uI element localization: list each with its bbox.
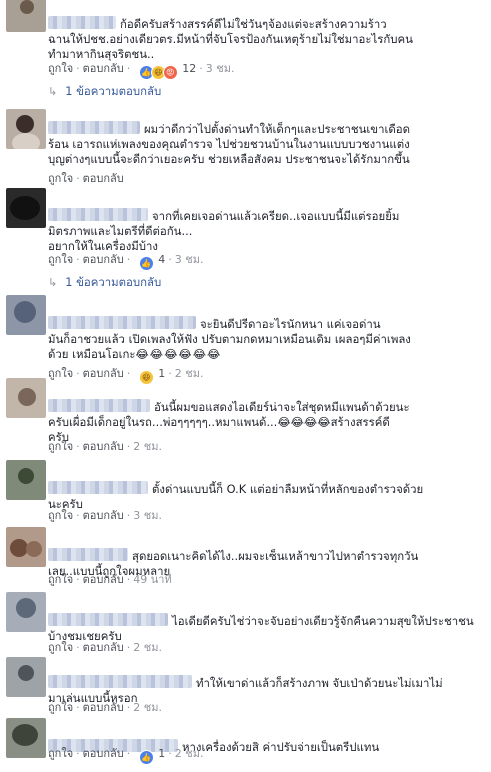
like-link[interactable]: ถูกใจ <box>48 641 73 654</box>
reply-link[interactable]: ตอบกลับ <box>83 701 124 714</box>
comment-actions: ถูกใจ · ตอบกลับ · 3 ชม. <box>48 509 162 522</box>
laugh-emoji-row: 😂😂😂😂😂😂 <box>135 347 222 361</box>
like-link[interactable]: ถูกใจ <box>48 62 73 75</box>
timestamp[interactable]: 2 ชม. <box>175 367 204 380</box>
avatar[interactable] <box>6 378 46 418</box>
reply-link[interactable]: ตอบกลับ <box>83 253 124 266</box>
avatar[interactable] <box>6 592 46 632</box>
like-link[interactable]: ถูกใจ <box>48 747 73 760</box>
avatar[interactable] <box>6 0 46 32</box>
comment-text: จากที่เคยเจอด่านแล้วเครียด..เจอแบบนี้มีแ… <box>48 208 400 253</box>
comment-actions: ถูกใจ · ตอบกลับ · 👍 😆 😡 12 · 3 ชม. <box>48 59 234 80</box>
like-link[interactable]: ถูกใจ <box>48 172 73 185</box>
timestamp[interactable]: 2 ชม. <box>133 440 162 453</box>
like-link[interactable]: ถูกใจ <box>48 440 73 453</box>
avatar[interactable] <box>6 460 46 500</box>
commenter-name[interactable] <box>48 399 150 412</box>
reply-arrow-icon: ↳ <box>48 276 58 289</box>
commenter-name[interactable] <box>48 16 116 29</box>
commenter-name[interactable] <box>48 121 140 134</box>
like-link[interactable]: ถูกใจ <box>48 573 73 586</box>
like-link[interactable]: ถูกใจ <box>48 253 73 266</box>
like-link[interactable]: ถูกใจ <box>48 509 73 522</box>
reply-link[interactable]: ตอบกลับ <box>83 509 124 522</box>
commenter-name[interactable] <box>48 548 128 561</box>
reaction-summary[interactable]: 👍 <box>138 256 154 271</box>
comment-text: อันนี้ผมขอแสดงไอเดียร์น่าจะใส่ชุดหมีแพนด… <box>48 399 410 444</box>
comment-text: จะยินดีปรีดาอะไรนักหนา แค่เจอด่าน มันก็อ… <box>48 316 411 361</box>
reaction-summary[interactable]: 👍 😆 😡 <box>138 65 178 80</box>
avatar[interactable] <box>6 527 46 567</box>
like-link[interactable]: ถูกใจ <box>48 367 73 380</box>
timestamp[interactable]: 2 ชม. <box>175 747 204 760</box>
timestamp[interactable]: 3 ชม. <box>175 253 204 266</box>
commenter-name[interactable] <box>48 675 192 688</box>
reply-arrow-icon: ↳ <box>48 85 58 98</box>
like-reaction-icon: 👍 <box>138 750 154 765</box>
reply-link[interactable]: ตอบกลับ <box>83 641 124 654</box>
comment-text: ก้อดีครับสร้างสรรค์ดีไม่ใช่วันๆจ้องแต่จะ… <box>48 16 413 61</box>
timestamp[interactable]: 49 นาที <box>133 573 171 586</box>
comment-actions: ถูกใจ · ตอบกลับ · 👍 4 · 3 ชม. <box>48 250 203 271</box>
view-replies-link[interactable]: ↳ 1 ข้อความตอบกลับ <box>48 83 161 101</box>
reaction-summary[interactable]: 👍 <box>138 750 154 765</box>
comment-text: ผมว่าดีกว่าไปตั้งด่านทำให้เด็กๆและประชาช… <box>48 121 410 166</box>
timestamp[interactable]: 2 ชม. <box>133 701 162 714</box>
avatar[interactable] <box>6 188 46 228</box>
avatar[interactable] <box>6 295 46 335</box>
like-reaction-icon: 👍 <box>138 256 154 271</box>
reply-link[interactable]: ตอบกลับ <box>83 440 124 453</box>
timestamp[interactable]: 3 ชม. <box>206 62 235 75</box>
view-replies-link[interactable]: ↳ 1 ข้อความตอบกลับ <box>48 274 161 292</box>
haha-reaction-icon: 😆 <box>138 370 154 385</box>
commenter-name[interactable] <box>48 316 196 329</box>
comment-actions: ถูกใจ · ตอบกลับ <box>48 172 124 185</box>
timestamp[interactable]: 3 ชม. <box>133 509 162 522</box>
avatar[interactable] <box>6 109 46 149</box>
commenter-name[interactable] <box>48 613 168 626</box>
reply-link[interactable]: ตอบกลับ <box>83 367 124 380</box>
avatar[interactable] <box>6 718 46 758</box>
comment-actions: ถูกใจ · ตอบกลับ · 2 ชม. <box>48 440 162 453</box>
comment-actions: ถูกใจ · ตอบกลับ · 😆 1 · 2 ชม. <box>48 364 203 385</box>
reaction-summary[interactable]: 😆 <box>138 370 154 385</box>
timestamp[interactable]: 2 ชม. <box>133 641 162 654</box>
reply-link[interactable]: ตอบกลับ <box>83 573 124 586</box>
reaction-count: 12 <box>182 62 197 75</box>
reply-link[interactable]: ตอบกลับ <box>83 172 124 185</box>
commenter-name[interactable] <box>48 208 148 221</box>
comment-actions: ถูกใจ · ตอบกลับ · 49 นาที <box>48 573 172 586</box>
comment-actions: ถูกใจ · ตอบกลับ · 👍 1 · 2 ชม. <box>48 744 203 765</box>
avatar[interactable] <box>6 657 46 697</box>
comment-actions: ถูกใจ · ตอบกลับ · 2 ชม. <box>48 641 162 654</box>
comment-actions: ถูกใจ · ตอบกลับ · 2 ชม. <box>48 701 162 714</box>
reply-link[interactable]: ตอบกลับ <box>83 62 124 75</box>
reply-link[interactable]: ตอบกลับ <box>83 747 124 760</box>
like-link[interactable]: ถูกใจ <box>48 701 73 714</box>
commenter-name[interactable] <box>48 481 148 494</box>
laugh-emoji-row: 😂😂😂😂 <box>277 415 331 429</box>
angry-reaction-icon: 😡 <box>162 65 178 80</box>
